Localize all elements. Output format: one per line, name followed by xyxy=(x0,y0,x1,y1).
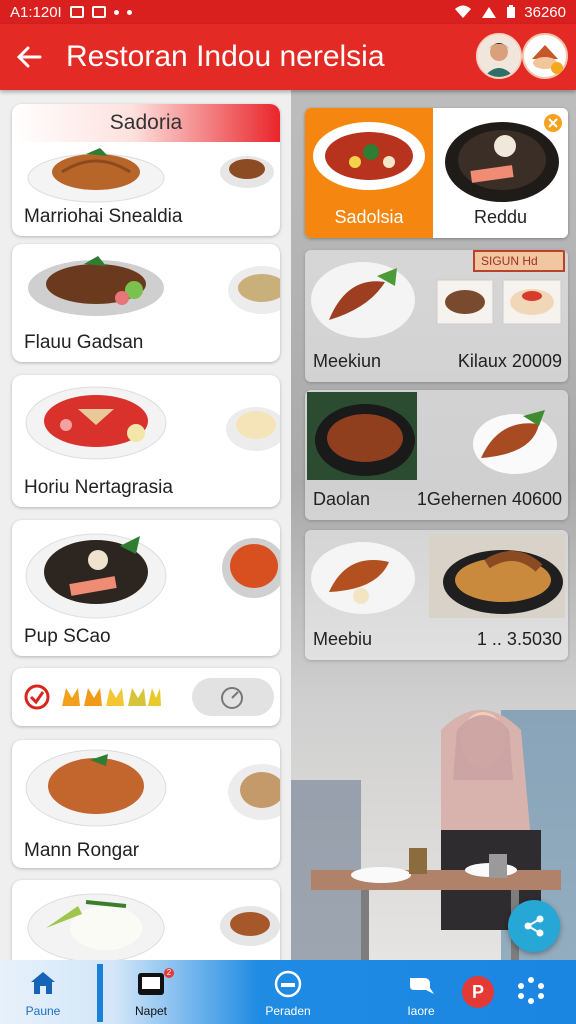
featured-panel: Sadolsia Reddu SIGUN Hd Meekiun Kilaux 2… xyxy=(291,90,576,960)
fried-rice-plate-icon xyxy=(25,749,167,827)
menu-card[interactable]: Flauu Gadsan xyxy=(12,244,280,362)
gallery-icon xyxy=(69,6,84,18)
restaurant-logo-button[interactable] xyxy=(522,33,568,79)
notification-icon xyxy=(91,6,106,18)
noodle-plate-icon xyxy=(27,148,165,203)
close-badge[interactable] xyxy=(544,114,562,132)
tablet-icon xyxy=(138,973,164,995)
meat-plate-icon xyxy=(28,256,164,316)
featured-item-left[interactable]: Sadolsia xyxy=(305,108,433,238)
toggle-switch[interactable] xyxy=(192,678,274,716)
side-dish-icon xyxy=(220,906,280,946)
card-title: Horiu Nertagrasia xyxy=(24,477,173,498)
nav-divider xyxy=(97,964,103,1022)
restaurant-name: Meebiu xyxy=(313,629,373,649)
rice-bowl-icon xyxy=(226,407,280,451)
side-dish-icon xyxy=(220,156,274,188)
restaurant-detail: 1 .. 3.5030 xyxy=(476,629,562,649)
grilled-chicken-plate-icon xyxy=(311,262,415,338)
battery-text: 36260 xyxy=(524,3,566,21)
side-dish-icon xyxy=(228,266,280,314)
menu-card[interactable]: Pup SCao xyxy=(12,520,280,656)
dish-icon xyxy=(274,970,302,998)
menu-card[interactable]: Horiu Nertagrasia xyxy=(12,375,280,507)
bottom-navigation: Paune 2 Napet Peraden Iaore P xyxy=(0,960,576,1024)
featured-item-right[interactable]: Reddu xyxy=(433,108,568,238)
card-header: Sadoria xyxy=(12,104,280,142)
restaurant-card[interactable]: SIGUN Hd Meekiun Kilaux 20009 xyxy=(305,250,568,382)
card-title: Flauu Gadsan xyxy=(24,332,144,353)
restaurant-detail: Kilaux 20009 xyxy=(457,351,562,371)
avatar[interactable] xyxy=(476,33,522,79)
restaurant-card[interactable]: Meebiu 1 .. 3.5030 xyxy=(305,530,568,660)
dot-icon xyxy=(113,9,119,15)
arrow-left-icon xyxy=(16,46,42,68)
rice-plate-icon xyxy=(27,893,165,960)
soup-bowl-icon xyxy=(25,386,167,460)
dots-icon xyxy=(518,977,544,1004)
user-portrait-icon xyxy=(478,35,520,77)
battery-icon xyxy=(507,5,516,18)
featured-label: Sadolsia xyxy=(334,207,404,227)
side-dish-icon xyxy=(228,764,280,820)
nav-menu[interactable] xyxy=(506,960,556,1024)
close-icon xyxy=(548,118,558,128)
card-title: Marriohai Snealdia xyxy=(24,206,183,227)
chef-hat-icon xyxy=(532,45,563,74)
menu-card[interactable]: Sadoria Marriohai Snealdia xyxy=(12,104,280,236)
curry-bowl-icon xyxy=(222,538,280,598)
dot-icon xyxy=(126,9,132,15)
soup-bowl-icon xyxy=(313,122,425,190)
nav-orders[interactable]: 2 Napet xyxy=(106,960,196,1024)
status-bar: A1:120I 36260 xyxy=(0,0,576,24)
restaurant-name: Daolan xyxy=(313,489,371,509)
timer-icon xyxy=(221,687,243,709)
restaurant-detail: 1Gehernen 40600 xyxy=(416,489,562,509)
nav-reservation[interactable]: Peraden xyxy=(240,960,336,1024)
nav-home[interactable]: Paune xyxy=(0,960,86,1024)
profile-badge[interactable]: P xyxy=(462,976,494,1008)
menu-card[interactable] xyxy=(12,880,280,960)
home-icon xyxy=(31,972,55,994)
share-button[interactable] xyxy=(508,900,560,952)
app-bar: Restoran Indou nerelsia xyxy=(0,24,576,90)
back-button[interactable] xyxy=(12,40,46,74)
menu-card[interactable]: Mann Rongar xyxy=(12,740,280,868)
rice-plate-icon xyxy=(25,533,167,619)
page-title: Restoran Indou nerelsia xyxy=(66,40,385,73)
restaurant-card[interactable]: Daolan 1Gehernen 40600 xyxy=(305,390,568,520)
notification-badge: 2 xyxy=(164,968,174,978)
restaurant-name: Meekiun xyxy=(313,351,382,371)
featured-card[interactable]: Sadolsia Reddu xyxy=(305,108,568,238)
menu-list[interactable]: Sadoria Marriohai Snealdia Flauu Gadsan xyxy=(0,90,291,960)
nav-more[interactable]: Iaore xyxy=(384,960,458,1024)
chat-icon xyxy=(410,978,434,994)
fried-chicken-plate-icon xyxy=(429,534,565,618)
share-icon xyxy=(524,915,544,937)
grilled-chicken-plate-icon xyxy=(311,542,415,614)
meat-plate-icon xyxy=(473,410,557,474)
dish-photos-icon xyxy=(436,279,562,325)
card-title: Mann Rongar xyxy=(24,840,140,861)
rating-stars-icon xyxy=(62,688,161,706)
rating-filter-row xyxy=(12,668,280,726)
status-time: A1:120I xyxy=(10,3,62,21)
signal-icon xyxy=(482,7,497,18)
meat-plate-icon xyxy=(307,392,417,480)
cancel-icon[interactable] xyxy=(24,684,50,710)
wifi-icon xyxy=(455,5,472,18)
featured-label: Reddu xyxy=(473,207,528,227)
card-title: Pup SCao xyxy=(24,626,111,647)
sign-banner: SIGUN Hd xyxy=(473,250,565,272)
